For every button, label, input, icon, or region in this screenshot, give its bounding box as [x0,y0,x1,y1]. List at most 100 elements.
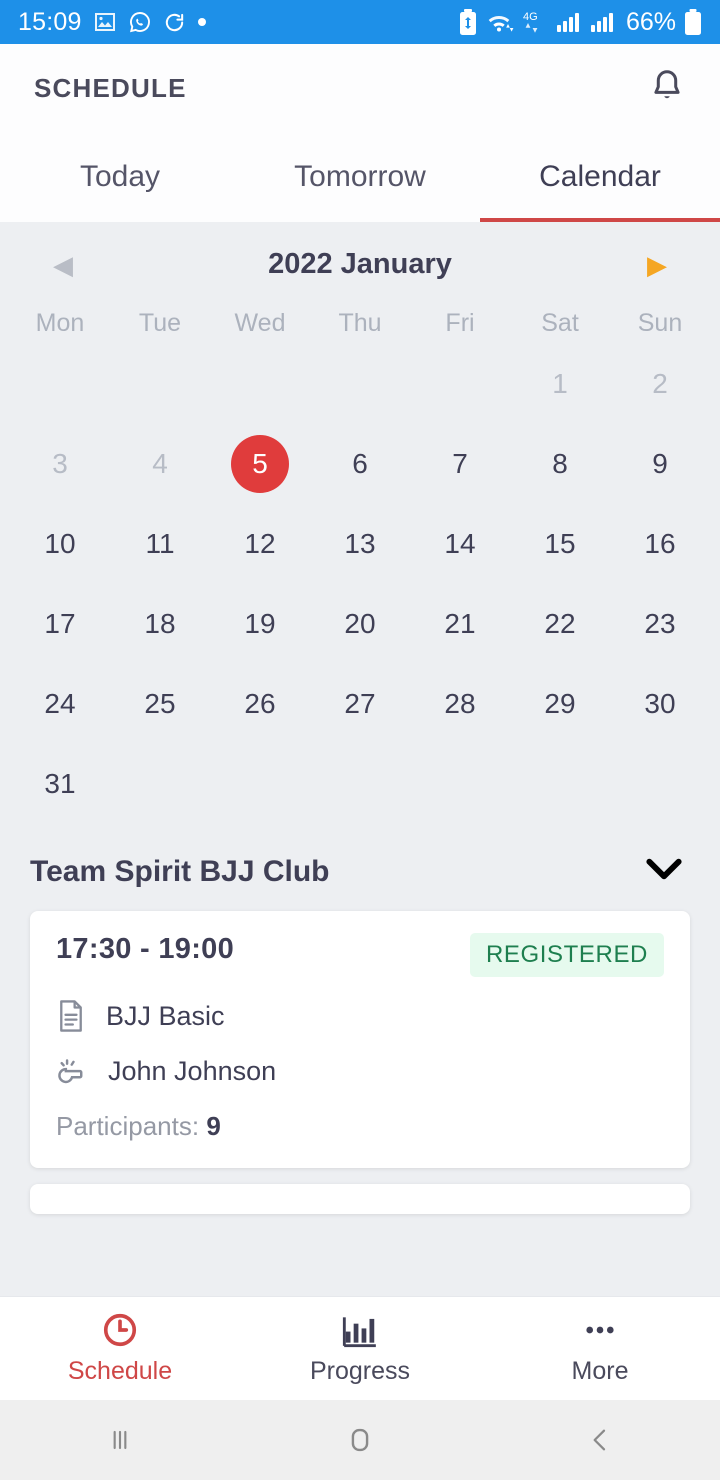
calendar-day[interactable]: 26 [210,664,310,744]
calendar-day[interactable]: 14 [410,504,510,584]
calendar-grid: 1 2 3 4 5 6 7 8 9 10 11 12 13 14 15 16 17 18 19 20 21 22 23 24 2… [0,344,720,824]
calendar-day[interactable]: 16 [610,504,710,584]
app-bar: SCHEDULE [0,44,720,132]
event-card-list: 17:30 - 19:00 REGISTERED BJJ Basic John Joh… [0,911,720,1214]
tab-bar: Today Tomorrow Calendar [0,132,720,222]
calendar-day-label: 3 [52,448,68,479]
calendar-day-label: 1 [552,368,568,399]
calendar-day[interactable]: 24 [10,664,110,744]
calendar-day[interactable]: 4 [110,424,210,504]
calendar-day-label: 13 [344,528,376,559]
tab-today-label: Today [79,160,161,193]
event-coach-row: John Johnson [56,1055,664,1087]
nav-item-schedule-label: Schedule [67,1357,173,1385]
calendar-week-row: 3 4 5 6 7 8 9 [10,424,710,504]
mobile-data-icon: 4G [523,11,538,33]
calendar-day-label: 19 [244,608,276,639]
phone-screen: 15:09 4G 66% SCHEDULE Today Tomorrow Cal… [0,0,720,1480]
calendar-day-label: 8 [552,448,568,479]
calendar-day-label: 15 [544,528,576,559]
calendar-day[interactable]: 9 [610,424,710,504]
calendar-day[interactable]: 17 [10,584,110,664]
status-time: 15:09 [18,7,82,36]
calendar-day[interactable]: 27 [310,664,410,744]
notification-button[interactable] [648,67,686,110]
weekday-sat: Sat [541,309,579,337]
bell-icon [654,69,680,98]
calendar-day[interactable]: 8 [510,424,610,504]
chevron-down-icon [646,858,682,880]
weekday-wed: Wed [234,309,286,337]
calendar-day[interactable]: 22 [510,584,610,664]
event-card-header: 17:30 - 19:00 REGISTERED [56,933,664,977]
calendar-day[interactable]: 19 [210,584,310,664]
calendar-day-label: 12 [244,528,276,559]
calendar-day-selected[interactable]: 5 [210,424,310,504]
calendar-day[interactable]: 18 [110,584,210,664]
calendar-day[interactable]: 25 [110,664,210,744]
calendar-day-empty [10,344,110,424]
calendar-day[interactable]: 21 [410,584,510,664]
nav-item-more[interactable]: More [480,1311,720,1386]
event-card[interactable]: 17:30 - 19:00 REGISTERED BJJ Basic John Joh… [30,911,690,1168]
calendar-day[interactable]: 29 [510,664,610,744]
event-time: 17:30 - 19:00 [56,933,235,965]
prev-month-button[interactable]: ◀ [48,252,78,278]
club-header[interactable]: Team Spirit BJJ Club [0,824,720,911]
nav-item-schedule[interactable]: Schedule [0,1311,240,1386]
calendar-day-label: 11 [145,528,175,559]
battery-icon [685,9,701,35]
calendar-day[interactable]: 6 [310,424,410,504]
calendar-day[interactable]: 15 [510,504,610,584]
battery-saver-icon [459,9,476,35]
calendar-day-label: 26 [244,688,276,719]
calendar-day[interactable]: 11 [110,504,210,584]
calendar-day[interactable]: 3 [10,424,110,504]
weekday-fri: Fri [445,309,475,337]
calendar-day-label: 10 [44,528,76,559]
calendar-day[interactable]: 10 [10,504,110,584]
calendar-day[interactable]: 7 [410,424,510,504]
document-icon [60,1000,82,1032]
android-recents-button[interactable] [0,1424,240,1456]
calendar-day[interactable]: 31 [10,744,110,824]
ellipsis-icon [586,1326,614,1334]
calendar-day[interactable]: 20 [310,584,410,664]
calendar-day-empty [210,744,310,824]
next-month-button[interactable]: ▶ [642,252,672,278]
calendar-day[interactable]: 2 [610,344,710,424]
android-back-button[interactable] [480,1424,720,1456]
calendar-day-label: 14 [444,528,476,559]
calendar-day-label: 27 [344,688,376,719]
calendar-day[interactable]: 28 [410,664,510,744]
participants-count: 9 [206,1111,221,1141]
calendar-day-label: 4 [152,448,168,479]
calendar-day-label: 24 [44,688,76,719]
status-bar-right: 4G 66% [458,8,702,37]
calendar-day[interactable]: 1 [510,344,610,424]
battery-percent: 66% [625,7,676,36]
calendar-day[interactable]: 30 [610,664,710,744]
dot-icon [197,18,206,26]
club-expand-button[interactable] [642,854,686,889]
calendar-day-label: 5 [231,435,289,493]
tab-calendar[interactable]: Calendar [480,132,720,222]
bar-chart-icon [342,1317,376,1348]
participants-label: Participants: [56,1111,200,1141]
event-class-row: BJJ Basic [56,999,664,1033]
calendar-day-empty [510,744,610,824]
calendar-day[interactable]: 23 [610,584,710,664]
calendar-day-empty [410,744,510,824]
tab-tomorrow[interactable]: Tomorrow [240,132,480,222]
nav-item-progress[interactable]: Progress [240,1311,480,1386]
calendar-day[interactable]: 13 [310,504,410,584]
signal-bars-icon-2 [590,13,613,32]
android-home-button[interactable] [240,1423,480,1457]
event-card-partial[interactable] [30,1184,690,1214]
calendar-day[interactable]: 12 [210,504,310,584]
signal-bars-icon-1 [556,13,579,32]
calendar-day-label: 23 [644,608,676,639]
tab-today[interactable]: Today [0,132,240,222]
calendar-month-label: 2022 January [268,248,452,280]
event-participants: Participants: 9 [56,1111,664,1142]
